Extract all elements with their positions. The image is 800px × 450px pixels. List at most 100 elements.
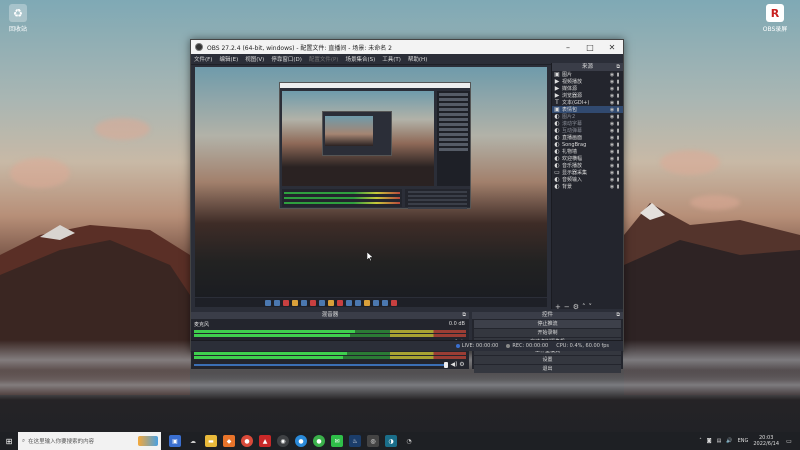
lock-icon[interactable]: ▮ — [615, 79, 621, 85]
lock-icon[interactable]: ▮ — [615, 177, 621, 183]
source-item[interactable]: ◐ 直播画面 ◉ ▮ — [552, 134, 623, 141]
taskbar-apps: ▣ ☁ ▬ ◆ ● ▲ ◉ ● ● ✉ ♨ ◎ ◑ ◔ — [169, 435, 415, 447]
sources-undock-icon[interactable]: ⧉ — [616, 63, 620, 71]
source-item[interactable]: ◐ 礼物墙 ◉ ▮ — [552, 148, 623, 155]
source-item[interactable]: ◐ 图片2 ◉ ▮ — [552, 113, 623, 120]
lock-icon[interactable]: ▮ — [615, 142, 621, 148]
source-settings-icon[interactable]: ⚙ — [573, 303, 579, 311]
close-button[interactable]: ✕ — [601, 43, 623, 52]
remove-source-button[interactable]: − — [564, 303, 570, 311]
lock-icon[interactable]: ▮ — [615, 135, 621, 141]
app-red-icon[interactable]: ▲ — [259, 435, 271, 447]
steam-icon[interactable]: ♨ — [349, 435, 361, 447]
lock-icon[interactable]: ▮ — [615, 184, 621, 190]
app-gray-icon[interactable]: ◎ — [367, 435, 379, 447]
lock-icon[interactable]: ▮ — [615, 128, 621, 134]
source-item[interactable]: ◐ 欢迎横幅 ◉ ▮ — [552, 155, 623, 162]
lock-icon[interactable]: ▮ — [615, 93, 621, 99]
menu-edit[interactable]: 编辑(E) — [219, 55, 238, 63]
menu-help[interactable]: 帮助(H) — [408, 55, 427, 63]
app-blue-icon[interactable]: ● — [295, 435, 307, 447]
volume-icon[interactable]: 🔊 — [726, 438, 732, 444]
live-status: LIVE: 00:00:00 — [455, 343, 498, 349]
language-indicator[interactable]: ENG — [738, 438, 749, 444]
taskbar-search[interactable]: ⌕ 在这里输入你要搜索的内容 — [18, 432, 161, 450]
app-green-icon[interactable]: ● — [313, 435, 325, 447]
lock-icon[interactable]: ▮ — [615, 170, 621, 176]
control-button[interactable]: 退出 — [474, 365, 621, 373]
tray-app-icon[interactable]: ◙ — [707, 438, 712, 444]
source-item[interactable]: ▶ 媒体源 ◉ ▮ — [552, 85, 623, 92]
menu-tools[interactable]: 工具(T) — [382, 55, 401, 63]
source-name: 欢迎横幅 — [562, 156, 583, 162]
gear-icon[interactable]: ⚙ — [458, 361, 466, 368]
obs-titlebar[interactable]: OBS 27.2.4 (64-bit, windows) - 配置文件: 直播间… — [191, 40, 623, 54]
desktop-icon-recycle-bin[interactable]: ♻ 回收站 — [0, 4, 36, 33]
app-orange-icon[interactable]: ◆ — [223, 435, 235, 447]
mixer-undock-icon[interactable]: ⧉ — [462, 312, 466, 319]
source-item[interactable]: ▶ 浏览器源 ◉ ▮ — [552, 92, 623, 99]
source-item[interactable]: ▣ 图片 ◉ ▮ — [552, 71, 623, 78]
lock-icon[interactable]: ▮ — [615, 121, 621, 127]
mixer-channel: 麦克风0.0 dB◀)⚙ — [191, 319, 469, 346]
globe-icon: ◐ — [554, 127, 560, 134]
source-item[interactable]: ◐ SongBrag ◉ ▮ — [552, 141, 623, 148]
minimize-button[interactable]: – — [557, 43, 579, 52]
task-view-icon[interactable]: ▣ — [169, 435, 181, 447]
volume-meter — [194, 356, 466, 359]
source-item[interactable]: ◐ 滚动字幕 ◉ ▮ — [552, 120, 623, 127]
obs-window: OBS 27.2.4 (64-bit, windows) - 配置文件: 直播间… — [190, 39, 624, 373]
window-title: OBS 27.2.4 (64-bit, windows) - 配置文件: 直播间… — [207, 44, 392, 52]
maximize-button[interactable]: □ — [579, 43, 601, 52]
source-item[interactable]: ◐ 音频输入 ◉ ▮ — [552, 176, 623, 183]
lock-icon[interactable]: ▮ — [615, 107, 621, 113]
menu-view[interactable]: 视图(V) — [245, 55, 264, 63]
search-icon: ⌕ — [22, 437, 26, 444]
app-icon: R — [766, 4, 784, 22]
file-explorer-icon[interactable]: ▬ — [205, 435, 217, 447]
start-button[interactable]: ⊞ — [0, 437, 18, 446]
menu-docks[interactable]: 停靠窗口(D) — [271, 55, 302, 63]
lock-icon[interactable]: ▮ — [615, 86, 621, 92]
menu-file[interactable]: 文件(F) — [194, 55, 212, 63]
control-button[interactable]: 设置 — [474, 356, 621, 364]
desktop-icon-app[interactable]: R OBS录屏 — [757, 4, 793, 33]
source-item[interactable]: T 文本(GDI+) ◉ ▮ — [552, 99, 623, 106]
cloud-app-icon[interactable]: ☁ — [187, 435, 199, 447]
tray-overflow-icon[interactable]: ˄ — [699, 438, 702, 444]
source-name: 滚动字幕 — [562, 121, 583, 127]
lock-icon[interactable]: ▮ — [615, 114, 621, 120]
source-item[interactable]: ▭ 显示器采集 ◉ ▮ — [552, 169, 623, 176]
menu-profile[interactable]: 配置文件(P) — [309, 55, 339, 63]
preview-canvas[interactable] — [195, 67, 547, 297]
lock-icon[interactable]: ▮ — [615, 156, 621, 162]
source-item[interactable]: ◐ 音乐播放 ◉ ▮ — [552, 162, 623, 169]
lock-icon[interactable]: ▮ — [615, 163, 621, 169]
network-icon[interactable]: ▤ — [717, 438, 722, 444]
volume-slider-thumb[interactable] — [444, 361, 448, 368]
notification-icon[interactable]: ▭ — [784, 438, 794, 445]
obs-taskbar-icon[interactable]: ◉ — [277, 435, 289, 447]
control-button[interactable]: 停止推流 — [474, 320, 621, 328]
wechat-icon[interactable]: ✉ — [331, 435, 343, 447]
volume-slider[interactable] — [194, 361, 448, 368]
source-item[interactable]: ◐ 互动弹幕 ◉ ▮ — [552, 127, 623, 134]
move-up-button[interactable]: ˄ — [582, 303, 586, 311]
lock-icon[interactable]: ▮ — [615, 100, 621, 106]
app-cyan-icon[interactable]: ◑ — [385, 435, 397, 447]
menu-scene-collection[interactable]: 场景集合(S) — [345, 55, 375, 63]
speaker-icon[interactable]: ◀) — [450, 361, 458, 368]
source-item[interactable]: ▶ 视频播放 ◉ ▮ — [552, 78, 623, 85]
source-item[interactable]: ◐ 背景 ◉ ▮ — [552, 183, 623, 190]
source-item[interactable]: ▣ 表情包 ◉ ▮ — [552, 106, 623, 113]
app-speed-icon[interactable]: ◔ — [403, 435, 415, 447]
add-source-button[interactable]: + — [555, 303, 561, 311]
desktop-mist — [0, 370, 800, 400]
control-button[interactable]: 开始录制 — [474, 329, 621, 337]
chrome-icon[interactable]: ● — [241, 435, 253, 447]
taskbar-clock[interactable]: 20:03 2022/6/14 — [753, 435, 779, 447]
move-down-button[interactable]: ˅ — [589, 303, 593, 311]
controls-undock-icon[interactable]: ⧉ — [616, 312, 620, 319]
lock-icon[interactable]: ▮ — [615, 72, 621, 78]
lock-icon[interactable]: ▮ — [615, 149, 621, 155]
